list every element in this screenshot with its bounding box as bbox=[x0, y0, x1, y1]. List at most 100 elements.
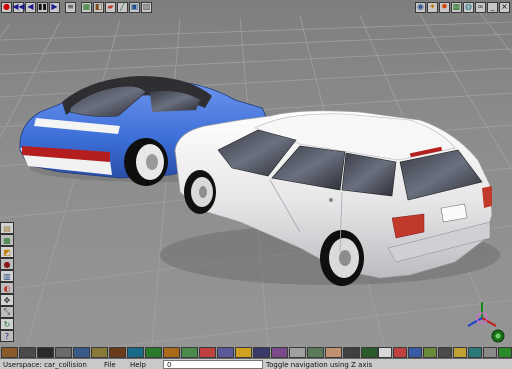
swatch-icon: ▦ bbox=[3, 235, 11, 245]
bottom-toolbar-left bbox=[1, 346, 379, 358]
light-icon: ✦ bbox=[429, 2, 436, 11]
paint-icon: ▰ bbox=[107, 2, 114, 11]
swatch-tool[interactable]: ▦ bbox=[0, 234, 14, 246]
globe-button[interactable]: ◍ bbox=[463, 1, 474, 13]
cone-icon[interactable] bbox=[163, 346, 180, 358]
layer-icon: ▤ bbox=[3, 223, 11, 233]
top-toolbar-left: ● ◀◀ ◀ ▮▮ ▶ ≡ ▦ ◧ ▰ ╱ ▣ ▧ bbox=[1, 1, 153, 13]
close-icon: × bbox=[501, 2, 508, 11]
scene-render bbox=[0, 0, 512, 369]
sphere-icon[interactable] bbox=[127, 346, 144, 358]
workspace-label: Userspace: car_collision bbox=[3, 360, 87, 369]
paint-tool[interactable]: ▥ bbox=[0, 270, 14, 282]
viewport-3d[interactable] bbox=[0, 0, 512, 369]
film-icon[interactable] bbox=[37, 346, 54, 358]
close-button[interactable]: × bbox=[499, 1, 510, 13]
animation-icon[interactable] bbox=[361, 346, 378, 358]
top-toolbar-right: ◉ ✦ ✸ ▩ ◍ ∞ _ × bbox=[415, 1, 511, 13]
brush-button[interactable]: ╱ bbox=[117, 1, 128, 13]
material-button[interactable]: ◧ bbox=[93, 1, 104, 13]
figure-icon[interactable] bbox=[343, 346, 360, 358]
record-button[interactable]: ● bbox=[1, 1, 12, 13]
cube-icon[interactable] bbox=[91, 346, 108, 358]
material-icon: ◧ bbox=[94, 2, 103, 11]
link-icon[interactable] bbox=[181, 346, 198, 358]
tree-icon[interactable] bbox=[145, 346, 162, 358]
zoom-icon[interactable] bbox=[453, 346, 467, 358]
camera-icon: ◉ bbox=[417, 2, 424, 11]
minimize-button[interactable]: _ bbox=[487, 1, 498, 13]
object-icon[interactable] bbox=[1, 346, 18, 358]
rotate-tool[interactable]: ↻ bbox=[0, 318, 14, 330]
file-menu[interactable]: File bbox=[101, 361, 127, 369]
application-window: ● ◀◀ ◀ ▮▮ ▶ ≡ ▦ ◧ ▰ ╱ ▣ ▧ ◉ ✦ ✸ ▩ ◍ ∞ _ × ▤ ▦ ◩ ● ▥ ◐ ✥ ⤡ ↻? Users… bbox=[0, 0, 512, 369]
paint-icon: ▥ bbox=[3, 271, 11, 281]
texture-icon: ▧ bbox=[142, 2, 151, 11]
help-icon: ? bbox=[4, 331, 10, 341]
paint-icon[interactable] bbox=[199, 346, 216, 358]
sphere-icon: ● bbox=[3, 259, 11, 269]
help-tool[interactable]: ? bbox=[0, 330, 14, 342]
help-menu[interactable]: Help bbox=[127, 361, 163, 369]
bone-icon[interactable] bbox=[289, 346, 306, 358]
frame-field[interactable]: 0 bbox=[163, 360, 263, 369]
grid-icon[interactable] bbox=[408, 346, 422, 358]
render-icon: ▣ bbox=[130, 2, 139, 11]
chain-icon: ∞ bbox=[477, 2, 484, 11]
move-tool[interactable]: ✥ bbox=[0, 294, 14, 306]
flame-button[interactable]: ✸ bbox=[439, 1, 450, 13]
prev-frame-button[interactable]: ◀ bbox=[25, 1, 36, 13]
spline-icon[interactable] bbox=[307, 346, 324, 358]
rewind-button[interactable]: ◀◀ bbox=[12, 1, 25, 13]
bottom-toolbar-right bbox=[378, 346, 512, 358]
wrench-icon[interactable] bbox=[73, 346, 90, 358]
image-button[interactable]: ▩ bbox=[451, 1, 462, 13]
globe-icon: ◍ bbox=[465, 2, 472, 11]
scale-tool[interactable]: ⤡ bbox=[0, 306, 14, 318]
pan-icon[interactable] bbox=[483, 346, 497, 358]
color-icon: ▦ bbox=[82, 2, 91, 11]
layer-tool[interactable]: ▤ bbox=[0, 222, 14, 234]
palette-tool[interactable]: ◐ bbox=[0, 282, 14, 294]
axis-icon[interactable] bbox=[498, 346, 512, 358]
sphere-tool[interactable]: ● bbox=[0, 258, 14, 270]
chart-icon[interactable] bbox=[271, 346, 288, 358]
palette-icon: ◐ bbox=[3, 283, 11, 293]
paint-button[interactable]: ▰ bbox=[105, 1, 116, 13]
render-button[interactable]: ▣ bbox=[129, 1, 140, 13]
golf-model bbox=[160, 110, 500, 286]
light-button[interactable]: ✦ bbox=[427, 1, 438, 13]
rotate-icon[interactable] bbox=[438, 346, 452, 358]
stop-button[interactable]: ▮▮ bbox=[37, 1, 48, 13]
move-icon: ✥ bbox=[3, 295, 11, 305]
color-button[interactable]: ▦ bbox=[81, 1, 92, 13]
picture-icon[interactable] bbox=[423, 346, 437, 358]
texture-button[interactable]: ▧ bbox=[141, 1, 152, 13]
grid-icon[interactable] bbox=[217, 346, 234, 358]
camera-button[interactable]: ◉ bbox=[415, 1, 426, 13]
brush-icon: ╱ bbox=[120, 2, 125, 11]
light-icon[interactable] bbox=[235, 346, 252, 358]
brick-icon[interactable] bbox=[109, 346, 126, 358]
rewind-icon: ◀◀ bbox=[12, 2, 25, 11]
gear-icon[interactable] bbox=[55, 346, 72, 358]
status-hint: Toggle navigation using Z axis bbox=[266, 360, 373, 369]
face-icon[interactable] bbox=[325, 346, 342, 358]
image-icon: ▩ bbox=[452, 2, 461, 11]
status-bar: Userspace: car_collision File Help 0 Tog… bbox=[0, 358, 512, 369]
next-frame-button[interactable]: ▶ bbox=[49, 1, 60, 13]
target-icon[interactable] bbox=[393, 346, 407, 358]
chain-button[interactable]: ∞ bbox=[475, 1, 486, 13]
camera-icon[interactable] bbox=[253, 346, 270, 358]
flame-icon: ✸ bbox=[441, 2, 448, 11]
timeline-button[interactable]: ≡ bbox=[65, 1, 76, 13]
select-tool[interactable]: ◩ bbox=[0, 246, 14, 258]
select-icon: ◩ bbox=[3, 247, 11, 257]
pointer-icon[interactable] bbox=[378, 346, 392, 358]
world-icon[interactable] bbox=[468, 346, 482, 358]
prev-frame-icon: ◀ bbox=[27, 2, 34, 11]
timeline-icon: ≡ bbox=[67, 2, 74, 11]
record-icon: ● bbox=[3, 2, 10, 11]
mesh-icon[interactable] bbox=[19, 346, 36, 358]
stop-icon: ▮▮ bbox=[38, 2, 47, 11]
